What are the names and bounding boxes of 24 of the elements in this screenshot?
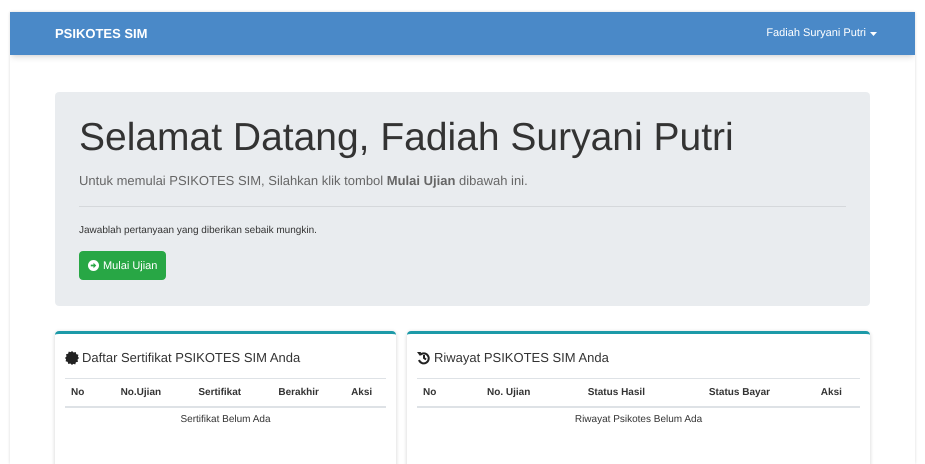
brand-link[interactable]: PSIKOTES SIM [55, 24, 148, 44]
column-header: No [65, 378, 102, 406]
empty-message: Sertifikat Belum Ada [180, 414, 271, 424]
card-title: Riwayat PSIKOTES SIM Anda [434, 349, 609, 367]
column-header: No.Ujian [102, 378, 180, 406]
history-icon [417, 350, 431, 365]
instruction-text: Jawablah pertanyaan yang diberikan sebaik mungkin. [79, 224, 318, 238]
arrow-circle-icon [88, 260, 99, 272]
column-header: Status Hasil [556, 378, 676, 406]
intro-text: Untuk memulai PSIKOTES SIM, Silahkan klik tombol Mulai Ujian dibawah ini. [79, 170, 846, 208]
card-title: Daftar Sertifikat PSIKOTES SIM Anda [82, 349, 300, 367]
column-header: Aksi [802, 378, 860, 406]
start-exam-button[interactable]: Mulai Ujian [79, 251, 166, 280]
user-menu[interactable]: Fadiah Suryani Putri [766, 25, 877, 42]
caret-icon [870, 32, 877, 36]
column-header: Berakhir [260, 378, 338, 406]
column-header: No. Ujian [460, 378, 556, 406]
badge-icon [65, 350, 79, 365]
column-header: No [417, 378, 461, 406]
column-header: Sertifikat [179, 378, 260, 406]
column-header: Aksi [337, 378, 386, 406]
welcome-heading: Selamat Datang, Fadiah Suryani Putri [79, 115, 735, 161]
column-header: Status Bayar [676, 378, 803, 406]
empty-message: Riwayat Psikotes Belum Ada [574, 414, 702, 424]
